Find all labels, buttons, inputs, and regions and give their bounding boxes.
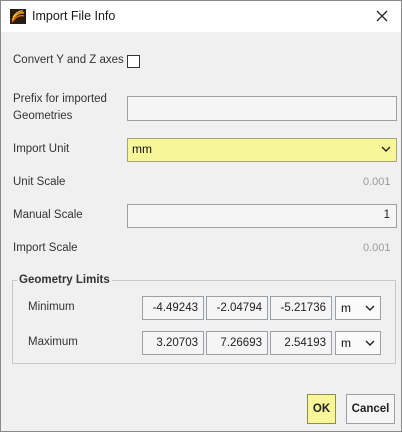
- convert-axes-checkbox[interactable]: [127, 55, 140, 68]
- cancel-button[interactable]: Cancel: [346, 394, 395, 424]
- prefix-label-line1: Prefix for imported: [13, 93, 107, 105]
- import-unit-select[interactable]: mm: [127, 138, 397, 162]
- maximum-label: Maximum: [28, 336, 78, 348]
- maximum-y-field[interactable]: 7.26693: [206, 331, 268, 355]
- geometry-limits-title: Geometry Limits: [17, 274, 112, 286]
- import-unit-label: Import Unit: [13, 143, 70, 155]
- minimum-z-field[interactable]: -5.21736: [270, 296, 332, 320]
- import-scale-value: 0.001: [363, 242, 391, 254]
- unit-scale-value: 0.001: [363, 176, 391, 188]
- import-scale-label: Import Scale: [13, 242, 78, 254]
- maximum-unit-value: m: [341, 336, 351, 350]
- maximum-unit-select[interactable]: m: [335, 331, 381, 355]
- app-logo-icon: [10, 9, 26, 24]
- close-button[interactable]: [369, 4, 395, 28]
- import-file-info-dialog: Import File Info Convert Y and Z axes Pr…: [0, 0, 402, 432]
- prefix-input[interactable]: [127, 96, 397, 121]
- unit-scale-label: Unit Scale: [13, 176, 66, 188]
- import-unit-value: mm: [132, 142, 152, 156]
- chevron-down-icon: [381, 146, 391, 152]
- title-bar: Import File Info: [1, 1, 401, 32]
- ok-button[interactable]: OK: [307, 394, 336, 424]
- chevron-down-icon: [365, 305, 375, 311]
- minimum-y-field[interactable]: -2.04794: [206, 296, 268, 320]
- close-icon: [376, 10, 388, 22]
- maximum-z-field[interactable]: 2.54193: [270, 331, 332, 355]
- minimum-unit-select[interactable]: m: [335, 296, 381, 320]
- minimum-unit-value: m: [341, 301, 351, 315]
- chevron-down-icon: [365, 340, 375, 346]
- manual-scale-input[interactable]: 1: [127, 204, 397, 228]
- maximum-x-field[interactable]: 3.20703: [142, 331, 204, 355]
- convert-axes-label: Convert Y and Z axes: [13, 54, 124, 66]
- prefix-label-line2: Geometries: [13, 110, 73, 122]
- manual-scale-label: Manual Scale: [13, 209, 83, 221]
- minimum-label: Minimum: [28, 301, 75, 313]
- window-title: Import File Info: [32, 9, 116, 23]
- minimum-x-field[interactable]: -4.49243: [142, 296, 204, 320]
